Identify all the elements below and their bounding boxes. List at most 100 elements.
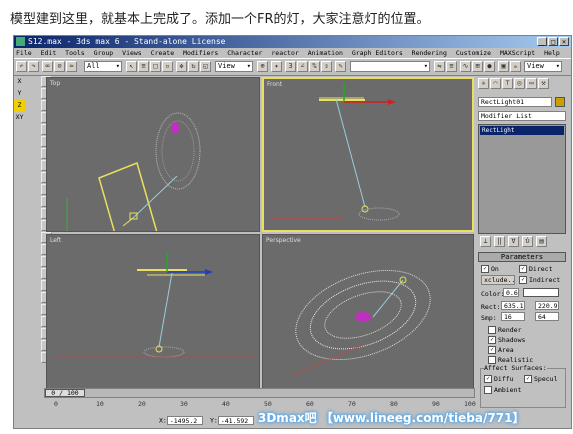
color-multiplier-field[interactable]: 0.6: [503, 288, 519, 297]
menu-group[interactable]: Group: [94, 49, 114, 57]
menu-graph-editors[interactable]: Graph Editors: [352, 49, 403, 57]
create-tab-icon[interactable]: ✳: [478, 78, 489, 89]
spinner-snap-icon[interactable]: ⇕: [321, 61, 332, 72]
stack-item-rectlight[interactable]: RectLight: [480, 126, 564, 135]
samples-max-field[interactable]: 64: [535, 312, 559, 321]
menu-character[interactable]: Character: [227, 49, 262, 57]
menu-tools[interactable]: Tools: [65, 49, 85, 57]
show-end-result-icon[interactable]: ‖: [494, 236, 505, 247]
bind-spacewarp-icon[interactable]: ≈: [66, 61, 77, 72]
menu-reactor[interactable]: reactor: [271, 49, 298, 57]
menu-create[interactable]: Create: [151, 49, 174, 57]
area-checkbox[interactable]: ✓ Area: [488, 346, 514, 354]
move-icon[interactable]: ✥: [176, 61, 187, 72]
modifier-stack: RectLight: [478, 124, 566, 234]
menu-edit[interactable]: Edit: [41, 49, 57, 57]
menu-rendering[interactable]: Rendering: [412, 49, 447, 57]
selection-filter-dropdown[interactable]: All: [84, 61, 122, 72]
menu-animation[interactable]: Animation: [308, 49, 343, 57]
maximize-button[interactable]: □: [548, 37, 558, 46]
coord-x-field[interactable]: -1495.2: [166, 416, 203, 425]
display-tab-icon[interactable]: ▭: [526, 78, 537, 89]
color-label: Color:: [481, 290, 505, 298]
pivot-center-icon[interactable]: ⊕: [257, 61, 268, 72]
ambient-checkbox[interactable]: Ambient: [484, 386, 521, 394]
modifier-list-dropdown[interactable]: Modifier List: [478, 111, 566, 121]
diffuse-checkbox[interactable]: ✓ Diffu: [484, 375, 514, 383]
scale-icon[interactable]: ◱: [200, 61, 211, 72]
schematic-view-icon[interactable]: ⊞: [472, 61, 483, 72]
axis-x-button[interactable]: X: [14, 76, 25, 87]
utilities-tab-icon[interactable]: ⚒: [538, 78, 549, 89]
axis-y-button[interactable]: Y: [14, 88, 25, 99]
viewport-left[interactable]: Left: [46, 234, 260, 389]
select-by-name-icon[interactable]: ≡: [138, 61, 149, 72]
light-color-swatch[interactable]: [523, 288, 559, 297]
samples-min-field[interactable]: 16: [501, 312, 525, 321]
reference-coord-dropdown[interactable]: View: [215, 61, 253, 72]
axis-xy-button[interactable]: XY: [14, 112, 25, 123]
quick-render-icon[interactable]: ☕: [510, 61, 521, 72]
motion-tab-icon[interactable]: ◎: [514, 78, 525, 89]
named-selection-dropdown[interactable]: [350, 61, 430, 72]
viewport-front[interactable]: Front: [262, 77, 474, 232]
coord-y-field[interactable]: -41.592: [217, 416, 254, 425]
snaps-toggle-icon[interactable]: 3: [285, 61, 296, 72]
realistic-checkbox[interactable]: Realistic: [488, 356, 533, 364]
specular-label: Specul: [534, 375, 558, 383]
ruler-tick: 20: [138, 400, 146, 408]
angle-snap-icon[interactable]: ∠: [297, 61, 308, 72]
realistic-label: Realistic: [498, 356, 534, 364]
rotate-icon[interactable]: ↻: [188, 61, 199, 72]
pin-stack-icon[interactable]: ⊥: [480, 236, 491, 247]
render-scene-icon[interactable]: ▣: [498, 61, 509, 72]
view-dropdown[interactable]: View: [524, 61, 562, 72]
parameters-rollout-header[interactable]: Parameters: [478, 252, 566, 262]
hierarchy-tab-icon[interactable]: ⊤: [502, 78, 513, 89]
curve-editor-icon[interactable]: ∿: [460, 61, 471, 72]
align-icon[interactable]: ≡: [446, 61, 457, 72]
object-name-field[interactable]: RectLight01: [478, 97, 552, 107]
link-icon[interactable]: ∞: [42, 61, 53, 72]
time-slider[interactable]: 0 / 100: [44, 388, 475, 398]
configure-sets-icon[interactable]: ▤: [536, 236, 547, 247]
on-checkbox[interactable]: ✓ On: [481, 265, 499, 273]
menu-file[interactable]: File: [16, 49, 32, 57]
minimize-button[interactable]: _: [537, 37, 547, 46]
redo-icon[interactable]: ↷: [28, 61, 39, 72]
window-crossing-icon[interactable]: ▫: [162, 61, 173, 72]
exclude-button[interactable]: xclude...: [481, 275, 515, 285]
coord-y: Y: -41.592: [210, 416, 254, 425]
direct-checkbox[interactable]: ✓ Direct: [519, 265, 552, 273]
shadows-checkbox[interactable]: ✓ Shadows: [488, 336, 525, 344]
rect-width-field[interactable]: 635.1: [501, 301, 525, 310]
menu-views[interactable]: Views: [122, 49, 142, 57]
indirect-checkbox[interactable]: ✓ Indirect: [519, 276, 560, 284]
render-checkbox[interactable]: Render: [488, 326, 521, 334]
select-object-icon[interactable]: ↖: [126, 61, 137, 72]
modify-tab-icon[interactable]: ⌒: [490, 78, 501, 89]
object-color-swatch[interactable]: [555, 97, 565, 107]
material-editor-icon[interactable]: ●: [484, 61, 495, 72]
percent-snap-icon[interactable]: %: [309, 61, 320, 72]
undo-icon[interactable]: ↶: [16, 61, 27, 72]
mirror-icon[interactable]: ⇋: [434, 61, 445, 72]
unlink-icon[interactable]: ⊘: [54, 61, 65, 72]
edit-named-selection-icon[interactable]: ✎: [335, 61, 346, 72]
menu-customize[interactable]: Customize: [456, 49, 491, 57]
remove-modifier-icon[interactable]: ὑ: [522, 236, 533, 247]
rect-height-field[interactable]: 220.9: [535, 301, 559, 310]
rect-region-icon[interactable]: □: [150, 61, 161, 72]
viewport-top[interactable]: Top: [46, 77, 260, 232]
make-unique-icon[interactable]: ∀: [508, 236, 519, 247]
close-button[interactable]: ×: [559, 37, 569, 46]
axis-z-button[interactable]: Z: [14, 100, 25, 111]
time-slider-thumb[interactable]: 0 / 100: [45, 389, 85, 397]
menu-modifiers[interactable]: Modifiers: [183, 49, 218, 57]
viewport-perspective[interactable]: Perspective: [262, 234, 474, 389]
specular-checkbox[interactable]: ✓ Specul: [524, 375, 557, 383]
menu-help[interactable]: Help: [544, 49, 560, 57]
smp-label: Smp:: [481, 314, 497, 322]
menu-maxscript[interactable]: MAXScript: [500, 49, 535, 57]
select-manipulate-icon[interactable]: ✦: [271, 61, 282, 72]
